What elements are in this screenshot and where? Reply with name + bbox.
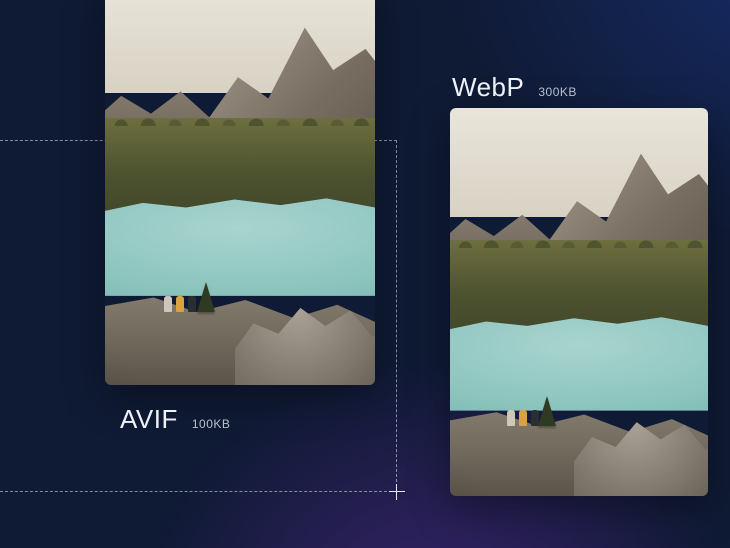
label-webp: WebP 300KB (452, 72, 577, 103)
file-size: 300KB (538, 85, 577, 99)
label-avif: AVIF 100KB (120, 404, 230, 435)
format-name: WebP (452, 72, 524, 103)
format-name: AVIF (120, 404, 178, 435)
landscape-illustration (450, 108, 708, 496)
image-card-webp (450, 108, 708, 496)
file-size: 100KB (192, 417, 231, 431)
image-card-avif (105, 0, 375, 385)
landscape-illustration (105, 0, 375, 385)
